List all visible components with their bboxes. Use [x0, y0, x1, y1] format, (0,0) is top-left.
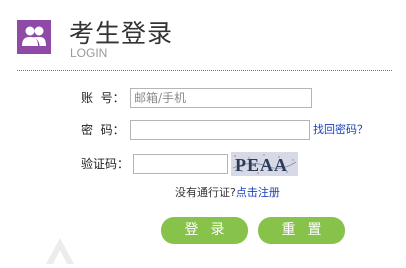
login-button[interactable]: 登录 [161, 217, 248, 244]
register-prompt: 没有通行证? [175, 186, 236, 199]
account-input[interactable]: 邮箱/手机 [130, 88, 312, 108]
reset-button[interactable]: 重置 [258, 217, 345, 244]
register-link[interactable]: 点击注册 [236, 186, 280, 199]
captcha-label: 验证码： [81, 157, 130, 171]
captcha-text: PEAA [235, 155, 288, 175]
users-icon [17, 20, 51, 54]
watermark [40, 232, 80, 268]
account-label: 账 号： [81, 91, 125, 105]
forgot-password-link[interactable]: 找回密码？ [313, 123, 368, 137]
captcha-image[interactable]: PEAA [231, 152, 298, 176]
password-input[interactable] [130, 120, 310, 140]
captcha-input[interactable] [133, 154, 228, 174]
page-subtitle: LOGIN [70, 46, 108, 60]
page-title: 考生登录 [69, 19, 174, 48]
password-label: 密 码： [81, 123, 125, 137]
account-placeholder: 邮箱/手机 [134, 91, 187, 105]
divider [17, 70, 392, 71]
register-line: 没有通行证?点击注册 [175, 186, 280, 200]
